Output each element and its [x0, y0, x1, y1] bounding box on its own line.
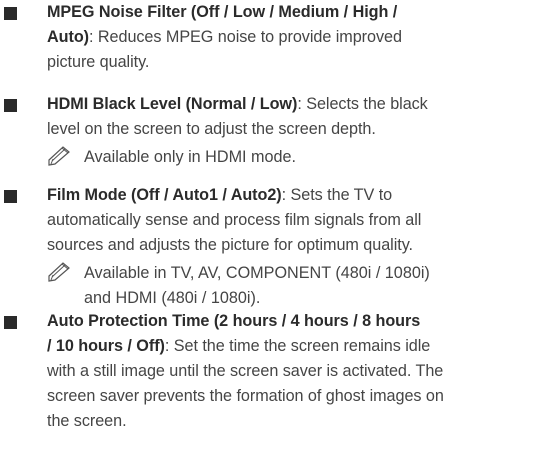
item-description-continued: automatically sense and process film sig…: [47, 211, 422, 229]
square-bullet-icon: [4, 190, 17, 203]
item-text: MPEG Noise Filter (Off / Low / Medium / …: [47, 0, 539, 75]
item-title: HDMI Black Level (Normal / Low): [47, 95, 298, 113]
item-description-continued: picture quality.: [47, 53, 150, 71]
item-description-continued: sources and adjusts the picture for opti…: [47, 236, 413, 254]
item-description: : Selects the black: [297, 95, 428, 113]
item-description-continued: level on the screen to adjust the screen…: [47, 120, 376, 138]
note-pencil-icon: [48, 146, 70, 166]
item-description-continued: screen saver prevents the formation of g…: [47, 387, 444, 405]
item-text: HDMI Black Level (Normal / Low): Selects…: [47, 92, 539, 142]
item-description: : Reduces MPEG noise to provide improved: [89, 28, 402, 46]
item-description: : Sets the TV to: [281, 186, 393, 204]
item-text: Auto Protection Time (2 hours / 4 hours …: [47, 309, 539, 434]
note-pencil-icon: [48, 262, 70, 282]
item-title: Auto Protection Time (2 hours / 4 hours …: [47, 312, 421, 330]
manual-page: MPEG Noise Filter (Off / Low / Medium / …: [0, 0, 539, 460]
note-text: Available only in HDMI mode.: [84, 148, 297, 166]
item-description: : Set the time the screen remains idle: [164, 337, 431, 355]
item-text: Film Mode (Off / Auto1 / Auto2): Sets th…: [47, 183, 539, 258]
item-description-continued: with a still image until the screen save…: [47, 362, 444, 380]
item-title-continued: / 10 hours / Off): [47, 337, 165, 355]
note-text: Available in TV, AV, COMPONENT (480i / 1…: [84, 264, 430, 307]
square-bullet-icon: [4, 7, 17, 20]
item-title: Film Mode (Off / Auto1 / Auto2): [47, 186, 282, 204]
square-bullet-icon: [4, 99, 17, 112]
item-title-continued: Auto): [47, 28, 89, 46]
item-description-continued: the screen.: [47, 412, 127, 430]
item-title: MPEG Noise Filter (Off / Low / Medium / …: [47, 3, 398, 21]
square-bullet-icon: [4, 316, 17, 329]
